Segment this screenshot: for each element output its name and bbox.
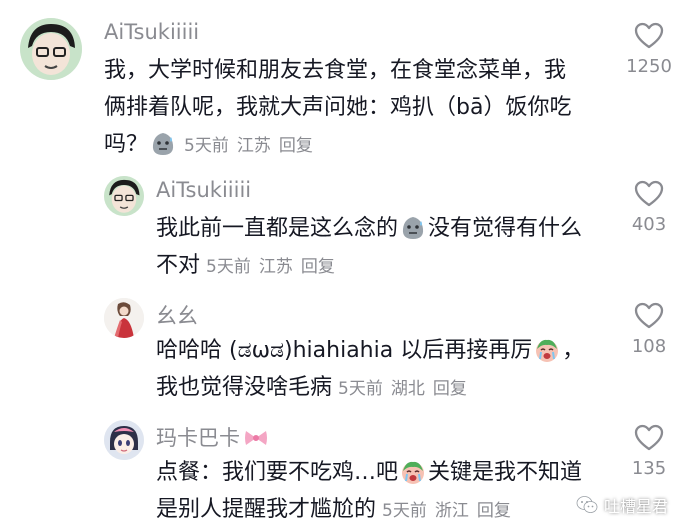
username[interactable]: 玛卡巴卡 [156, 422, 268, 452]
reply-button[interactable]: 回复 [301, 257, 335, 277]
comment-text-line: 我，大学时候和朋友去食堂，在食堂念菜单，我 [104, 58, 567, 83]
comment-item: AiTsukiiiii 我此前一直都是这么念的 没有觉得有什么 不对 5天前 江苏 回复… [0, 170, 690, 285]
crying-emoji-icon [534, 337, 560, 363]
comment-text-fragment: ， [562, 338, 585, 363]
avatar[interactable] [104, 298, 144, 338]
comment-text-fragment: 是别人提醒我才尴尬的 [156, 497, 377, 522]
comment-text-line: 是别人提醒我才尴尬的 5天前 浙江 回复 [156, 491, 616, 530]
comment-text-line: 我也觉得没啥毛病 5天前 湖北 回复 [156, 369, 616, 408]
heart-icon[interactable] [634, 180, 664, 208]
like-control[interactable]: 108 [619, 302, 679, 357]
comment-text-fragment: 关键是我不知道 [428, 460, 583, 485]
heart-icon[interactable] [634, 424, 664, 452]
comment-text-line: 点餐：我们要不吃鸡…吧 关键是我不知道 [156, 454, 616, 491]
crying-emoji-icon [400, 459, 426, 485]
reply-button[interactable]: 回复 [477, 501, 511, 521]
like-count: 403 [631, 214, 667, 235]
like-control[interactable]: 403 [619, 180, 679, 235]
reply-button[interactable]: 回复 [433, 379, 467, 399]
username[interactable]: 幺幺 [156, 300, 198, 330]
comment-item: 幺幺 哈哈哈 (ಡωಡ)hiahiahia 以后再接再厉 ， 我也觉得没啥毛病 5天… [0, 290, 690, 405]
comment-text-line: 不对 5天前 江苏 回复 [156, 247, 616, 286]
comment-text-line: 俩排着队呢，我就大声问她：鸡扒（bā）饭你吃 [104, 95, 572, 120]
comment-meta: 5天前 江苏 回复 [184, 136, 321, 156]
sweat-emoji-icon [150, 131, 176, 157]
comment-item: AiTsukiiiii 我，大学时候和朋友去食堂，在食堂念菜单，我 俩排着队呢，… [0, 0, 690, 170]
heart-icon[interactable] [634, 22, 664, 50]
comment-text-fragment: 不对 [156, 253, 201, 278]
bow-icon [245, 431, 267, 445]
comment-meta: 5天前 湖北 回复 [338, 379, 475, 399]
comment-text: 我，大学时候和朋友去食堂，在食堂念菜单，我 俩排着队呢，我就大声问她：鸡扒（bā… [104, 52, 604, 165]
like-control[interactable]: 135 [619, 424, 679, 479]
comment-time: 5天前 [184, 136, 229, 156]
comment-location: 江苏 [258, 257, 293, 277]
heart-icon[interactable] [634, 302, 664, 330]
comment-location: 江苏 [236, 136, 271, 156]
like-count: 108 [631, 336, 667, 357]
comment-text-fragment: 点餐：我们要不吃鸡…吧 [156, 460, 399, 485]
sweat-emoji-icon [400, 215, 426, 241]
username[interactable]: AiTsukiiiii [104, 20, 199, 44]
wechat-icon [576, 496, 598, 513]
comment-text-line: 我此前一直都是这么念的 没有觉得有什么 [156, 210, 616, 247]
avatar[interactable] [104, 420, 144, 460]
reply-button[interactable]: 回复 [279, 136, 313, 156]
comment-text: 点餐：我们要不吃鸡…吧 关键是我不知道 是别人提醒我才尴尬的 5天前 浙江 回复 [156, 454, 616, 530]
comment-text: 我此前一直都是这么念的 没有觉得有什么 不对 5天前 江苏 回复 [156, 210, 616, 286]
comment-text-fragment: 我此前一直都是这么念的 [156, 216, 399, 241]
comment-text-fragment: 吗？ [104, 132, 149, 157]
like-count: 1250 [626, 56, 672, 77]
like-control[interactable]: 1250 [619, 22, 679, 77]
avatar[interactable] [20, 18, 82, 80]
watermark: 吐槽星君 [576, 493, 668, 517]
comment-text: 哈哈哈 (ಡωಡ)hiahiahia 以后再接再厉 ， 我也觉得没啥毛病 5天前 湖北… [156, 332, 616, 408]
comment-meta: 5天前 浙江 回复 [382, 501, 519, 521]
comment-text-fragment: 没有觉得有什么 [428, 216, 583, 241]
comment-time: 5天前 [206, 257, 251, 277]
avatar[interactable] [104, 176, 144, 216]
comment-text-fragment: 哈哈哈 (ಡωಡ)hiahiahia 以后再接再厉 [156, 338, 533, 363]
comment-text-line: 吗？ 5天前 江苏 回复 [104, 126, 604, 165]
comment-time: 5天前 [338, 379, 383, 399]
like-count: 135 [631, 458, 667, 479]
username-text: 玛卡巴卡 [156, 426, 240, 450]
username[interactable]: AiTsukiiiii [156, 178, 251, 202]
comment-location: 湖北 [390, 379, 425, 399]
watermark-text: 吐槽星君 [603, 497, 668, 516]
comment-meta: 5天前 江苏 回复 [206, 257, 343, 277]
comment-location: 浙江 [434, 501, 469, 521]
comment-text-line: 哈哈哈 (ಡωಡ)hiahiahia 以后再接再厉 ， [156, 332, 616, 369]
comment-time: 5天前 [382, 501, 427, 521]
comment-text-fragment: 我也觉得没啥毛病 [156, 375, 333, 400]
